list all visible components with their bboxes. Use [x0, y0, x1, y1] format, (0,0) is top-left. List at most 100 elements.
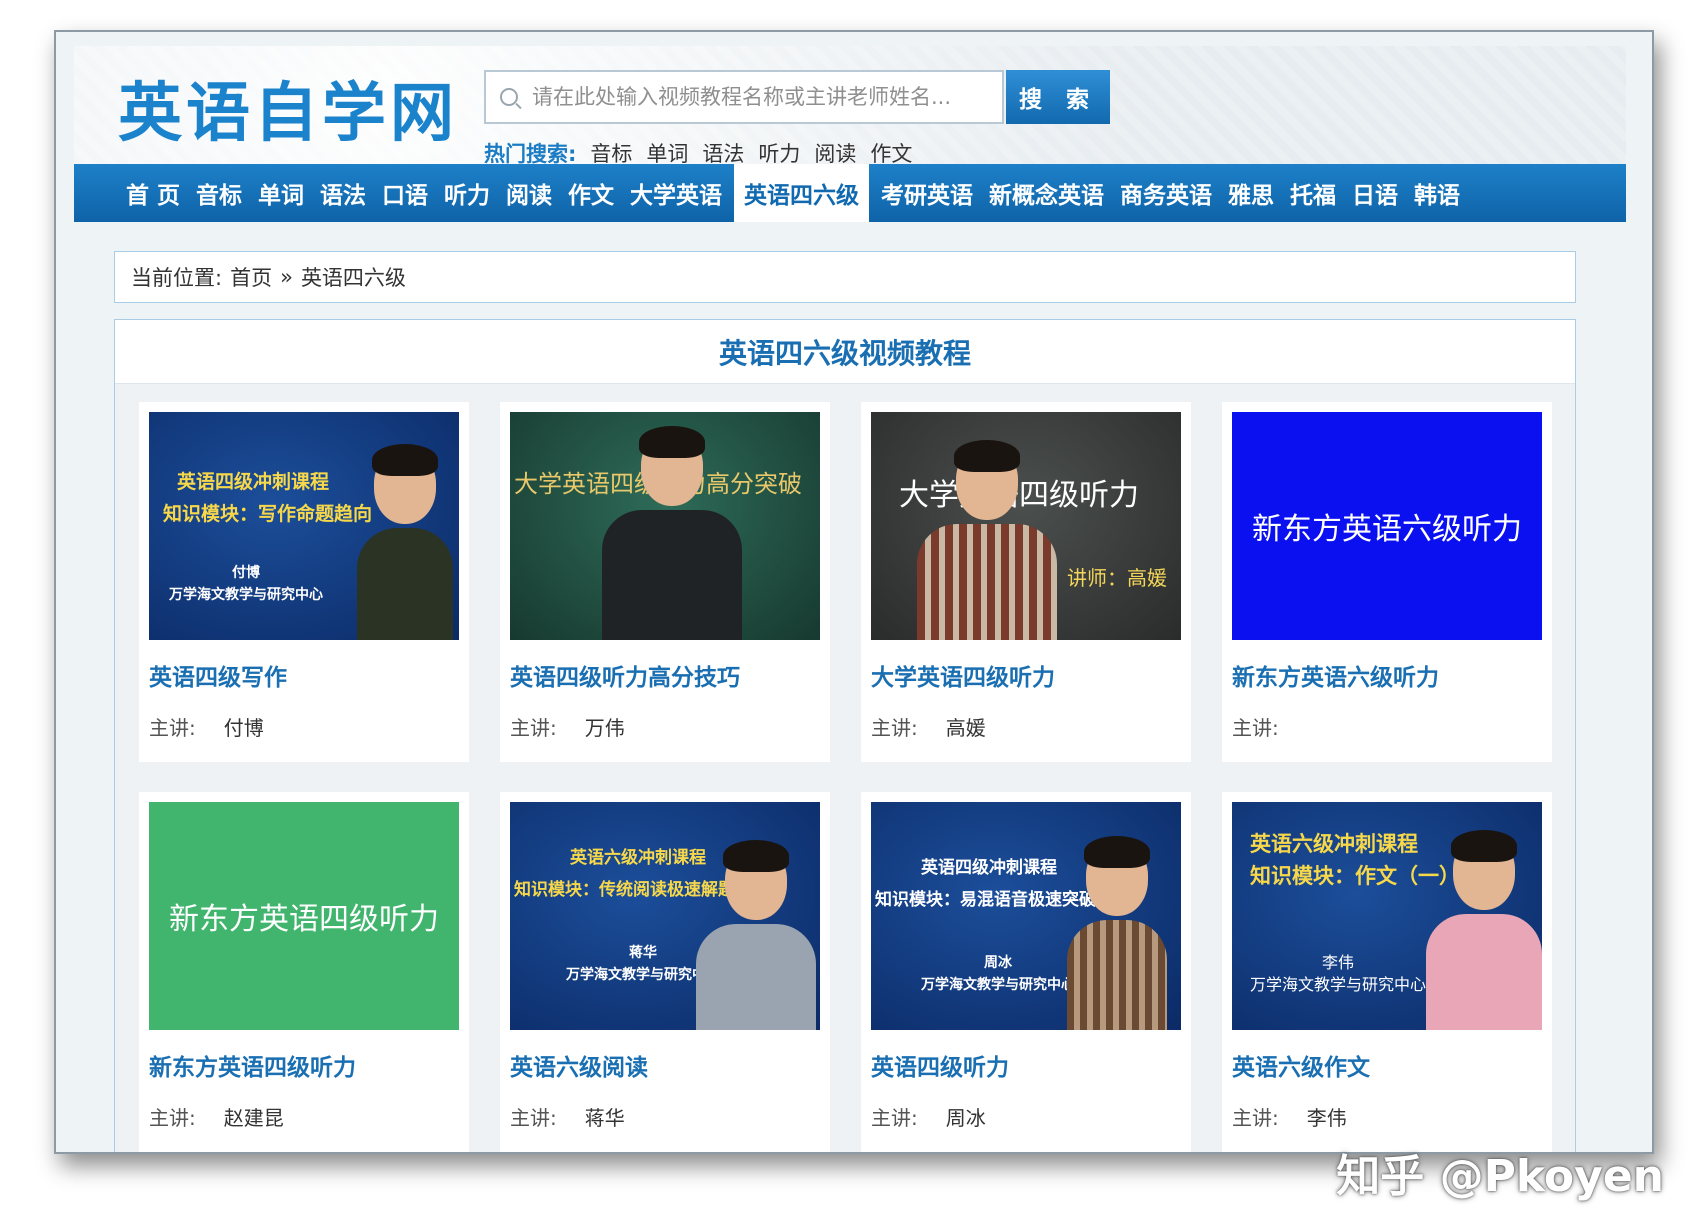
teacher-name: 万伟	[584, 716, 625, 740]
nav-item-college-english[interactable]: 大学英语	[622, 164, 730, 222]
course-card[interactable]: 大学英语四级听力高分突破 英语四级听力高分技巧 主讲: 万伟	[500, 402, 830, 762]
thumb-subcaption-line: 周冰	[984, 955, 1012, 971]
course-card[interactable]: 英语四级冲刺课程 知识模块：写作命题趋向 付博 万学海文教学与研究中心 英语四级…	[139, 402, 469, 762]
browser-page-frame: 英语自学网 搜 索 热门搜索: 音标 单词 语法 听力 阅读 作文 首 页 音标…	[54, 30, 1654, 1154]
course-thumbnail[interactable]: 新东方英语四级听力	[149, 802, 459, 1030]
course-teacher: 主讲: 蒋华	[510, 1102, 820, 1131]
thumb-caption: 新东方英语六级听力	[1252, 512, 1522, 547]
course-panel: 英语四六级视频教程 英语四级冲刺课程 知识模块：写作命题趋向 付博 万学海文教学…	[114, 319, 1576, 1152]
course-card[interactable]: 新东方英语四级听力 新东方英语四级听力 主讲: 赵建昆	[139, 792, 469, 1152]
course-teacher: 主讲: 高媛	[871, 712, 1181, 741]
teacher-label: 主讲:	[149, 1106, 196, 1130]
course-thumbnail[interactable]: 英语六级冲刺课程 知识模块：作文（一） 李伟 万学海文教学与研究中心	[1232, 802, 1542, 1030]
course-title[interactable]: 新东方英语四级听力	[149, 1048, 459, 1082]
course-title[interactable]: 新东方英语六级听力	[1232, 658, 1542, 692]
course-thumbnail[interactable]: 大学英语四级听力高分突破	[510, 412, 820, 640]
thumb-subcaption-line: 付博	[232, 565, 260, 581]
course-title[interactable]: 英语四级写作	[149, 658, 459, 692]
thumb-caption: 新东方英语四级听力	[169, 902, 439, 937]
nav-item-korean[interactable]: 韩语	[1406, 164, 1468, 222]
presenter-figure	[1067, 836, 1167, 1030]
search-box	[484, 70, 1004, 124]
presenter-figure	[696, 840, 816, 1030]
teacher-label: 主讲:	[510, 716, 557, 740]
nav-item-business[interactable]: 商务英语	[1112, 164, 1220, 222]
thumb-caption-line: 知识模块：易混语音极速突破	[875, 890, 1096, 910]
thumb-caption-line: 英语四级冲刺课程	[177, 471, 330, 493]
teacher-name: 蒋华	[584, 1106, 625, 1130]
presenter-figure	[357, 444, 453, 640]
course-teacher: 主讲: 付博	[149, 712, 459, 741]
teacher-label: 主讲:	[1232, 1106, 1279, 1130]
search-input[interactable]	[532, 85, 1002, 109]
thumb-subcaption: 李伟 万学海文教学与研究中心	[1250, 952, 1426, 996]
breadcrumb: 当前位置: 首页 » 英语四六级	[114, 251, 1576, 303]
course-teacher: 主讲:	[1232, 712, 1542, 741]
breadcrumb-home-link[interactable]: 首页	[230, 262, 272, 292]
nav-item-postgrad[interactable]: 考研英语	[873, 164, 981, 222]
teacher-name: 高媛	[945, 716, 986, 740]
course-grid: 英语四级冲刺课程 知识模块：写作命题趋向 付博 万学海文教学与研究中心 英语四级…	[139, 402, 1553, 1152]
teacher-name: 付博	[223, 716, 264, 740]
presenter-figure	[1426, 830, 1542, 1030]
thumb-caption-line: 英语四级冲刺课程	[921, 858, 1057, 878]
course-title[interactable]: 大学英语四级听力	[871, 658, 1181, 692]
course-teacher: 主讲: 赵建昆	[149, 1102, 459, 1131]
thumb-caption: 英语四级冲刺课程 知识模块：易混语音极速突破	[875, 852, 1096, 916]
teacher-label: 主讲:	[149, 716, 196, 740]
course-title[interactable]: 英语六级作文	[1232, 1048, 1542, 1082]
thumb-subcaption-line: 万学海文教学与研究中心	[169, 587, 323, 603]
course-teacher: 主讲: 李伟	[1232, 1102, 1542, 1131]
course-title[interactable]: 英语四级听力	[871, 1048, 1181, 1082]
thumb-subcaption-line: 万学海文教学与研究中心	[1250, 975, 1427, 994]
thumb-subcaption-line: 万学海文教学与研究中心	[921, 977, 1075, 993]
course-thumbnail[interactable]: 英语六级冲刺课程 知识模块：传统阅读极速解题技巧 蒋华 万学海文教学与研究中心	[510, 802, 820, 1030]
nav-item-cet[interactable]: 英语四六级	[734, 164, 870, 222]
thumb-subcaption: 周冰 万学海文教学与研究中心	[921, 952, 1075, 996]
teacher-name: 周冰	[945, 1106, 986, 1130]
nav-item-vocabulary[interactable]: 单词	[250, 164, 312, 222]
search-button[interactable]: 搜 索	[1006, 70, 1110, 124]
course-thumbnail[interactable]: 大学英语四级听力 讲师：高媛	[871, 412, 1181, 640]
thumb-subcaption-line: 李伟	[1322, 953, 1355, 972]
course-card[interactable]: 英语六级冲刺课程 知识模块：传统阅读极速解题技巧 蒋华 万学海文教学与研究中心 …	[500, 792, 830, 1152]
nav-item-speaking[interactable]: 口语	[374, 164, 436, 222]
breadcrumb-separator: »	[280, 265, 293, 289]
course-card[interactable]: 新东方英语六级听力 新东方英语六级听力 主讲:	[1222, 402, 1552, 762]
teacher-name: 赵建昆	[223, 1106, 284, 1130]
presenter-figure	[602, 426, 742, 640]
teacher-label: 主讲:	[1232, 716, 1279, 740]
breadcrumb-current: 英语四六级	[300, 266, 406, 290]
course-thumbnail[interactable]: 英语四级冲刺课程 知识模块：易混语音极速突破 周冰 万学海文教学与研究中心	[871, 802, 1181, 1030]
nav-item-grammar[interactable]: 语法	[312, 164, 374, 222]
site-header: 英语自学网 搜 索 热门搜索: 音标 单词 语法 听力 阅读 作文	[74, 46, 1626, 166]
course-title[interactable]: 英语四级听力高分技巧	[510, 658, 820, 692]
course-thumbnail[interactable]: 新东方英语六级听力	[1232, 412, 1542, 640]
nav-item-toefl[interactable]: 托福	[1282, 164, 1344, 222]
thumb-caption-line: 知识模块：写作命题趋向	[163, 503, 373, 525]
teacher-name: 李伟	[1306, 1106, 1347, 1130]
panel-header: 英语四六级视频教程	[115, 320, 1575, 384]
main-nav: 首 页 音标 单词 语法 口语 听力 阅读 作文 大学英语 英语四六级 考研英语…	[74, 164, 1626, 222]
search-icon	[500, 88, 518, 106]
course-thumbnail[interactable]: 英语四级冲刺课程 知识模块：写作命题趋向 付博 万学海文教学与研究中心	[149, 412, 459, 640]
course-card[interactable]: 大学英语四级听力 讲师：高媛 大学英语四级听力 主讲: 高媛	[861, 402, 1191, 762]
nav-item-ielts[interactable]: 雅思	[1220, 164, 1282, 222]
course-card[interactable]: 英语四级冲刺课程 知识模块：易混语音极速突破 周冰 万学海文教学与研究中心 英语…	[861, 792, 1191, 1152]
nav-item-japanese[interactable]: 日语	[1344, 164, 1406, 222]
site-logo[interactable]: 英语自学网	[118, 62, 458, 154]
course-title[interactable]: 英语六级阅读	[510, 1048, 820, 1082]
course-teacher: 主讲: 万伟	[510, 712, 820, 741]
panel-title: 英语四六级视频教程	[718, 336, 971, 370]
teacher-label: 主讲:	[871, 716, 918, 740]
nav-item-new-concept[interactable]: 新概念英语	[981, 164, 1112, 222]
course-card[interactable]: 英语六级冲刺课程 知识模块：作文（一） 李伟 万学海文教学与研究中心 英语六级作…	[1222, 792, 1552, 1152]
nav-item-listening[interactable]: 听力	[436, 164, 498, 222]
nav-item-phonetics[interactable]: 音标	[188, 164, 250, 222]
nav-item-home[interactable]: 首 页	[118, 164, 188, 222]
nav-item-reading[interactable]: 阅读	[498, 164, 560, 222]
breadcrumb-label: 当前位置:	[131, 266, 223, 290]
teacher-label: 主讲:	[510, 1106, 557, 1130]
nav-item-writing[interactable]: 作文	[560, 164, 622, 222]
teacher-label: 主讲:	[871, 1106, 918, 1130]
